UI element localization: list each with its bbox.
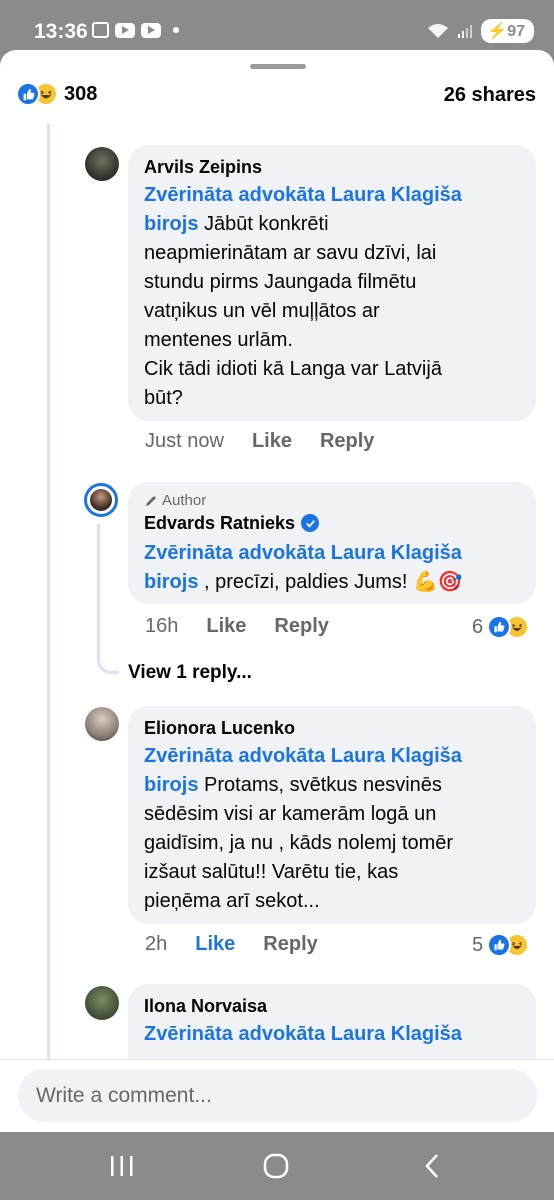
comment-text-line: Protams, svētkus nesvinēs (198, 774, 442, 796)
comment-composer (0, 1059, 554, 1132)
comment-actions: 2h Like Reply (145, 933, 346, 956)
recent-apps-button[interactable] (108, 1150, 136, 1182)
comment-text-line: mentenes urlām. (144, 329, 293, 351)
like-reaction-icon (487, 933, 512, 957)
mention-link[interactable]: Zvērināta advokāta Laura Klagiša (144, 184, 462, 206)
comment-author[interactable]: Edvards Ratnieks (144, 511, 520, 535)
status-bar: 13:36 ⚡97 (0, 0, 554, 52)
signal-icon (458, 25, 473, 38)
shares-count[interactable]: 26 shares (444, 84, 536, 107)
mention-link[interactable]: birojs (144, 213, 198, 235)
reply-button[interactable]: Reply (320, 430, 374, 453)
comment-reaction-count: 5 (472, 933, 484, 956)
screenshot-icon (92, 22, 109, 38)
back-button[interactable] (420, 1150, 444, 1182)
comment-text: Zvērināta advokāta Laura Klagiša birojs … (144, 539, 520, 597)
comment-reactions[interactable]: 5 (472, 933, 530, 957)
avatar-ilona-norvaisa[interactable] (85, 986, 119, 1020)
sheet-drag-handle[interactable] (250, 64, 306, 69)
mention-link[interactable]: Zvērināta advokāta Laura Klagiša (144, 542, 462, 564)
battery-level: 97 (507, 23, 525, 40)
mention-link[interactable]: Zvērināta advokāta Laura Klagiša (144, 1023, 462, 1045)
comment-reaction-count: 6 (472, 615, 484, 638)
like-button[interactable]: Like (195, 933, 235, 956)
comments-sheet: 308 26 shares Arvils Zeipins Zvērināta a… (0, 50, 554, 1132)
comment-text-line: būt? (144, 387, 183, 409)
system-navigation-bar (0, 1132, 554, 1200)
status-time: 13:36 (34, 20, 88, 43)
comment-text: Zvērināta advokāta Laura Klagiša (144, 1020, 520, 1049)
home-button[interactable] (262, 1150, 290, 1182)
comment-text-line: neapmierinātam ar savu dzīvi, lai (144, 242, 437, 264)
recent-apps-icon (111, 1156, 133, 1176)
youtube-icon (115, 22, 135, 38)
comment-text: Zvērināta advokāta Laura Klagiša birojs … (144, 742, 520, 916)
comment-time[interactable]: 16h (145, 615, 178, 638)
author-tag: Author (144, 491, 520, 511)
reply-button[interactable]: Reply (263, 933, 317, 956)
comment-text-line: gaidīsim, ja nu , kāds nolemj tomēr (144, 832, 454, 854)
author-tag-label: Author (162, 492, 207, 509)
pencil-icon (146, 496, 156, 506)
home-icon (263, 1153, 289, 1179)
comment-reactions[interactable]: 6 (472, 615, 530, 639)
avatar-elionora-lucenko[interactable] (85, 707, 119, 741)
comment-text-line: izšaut salūtu!! Varētu tie, kas (144, 861, 399, 883)
like-button[interactable]: Like (206, 615, 246, 638)
reaction-count: 308 (64, 82, 98, 105)
battery-indicator: ⚡97 (481, 19, 534, 43)
comment-text-line: Jābūt konkrēti (204, 213, 329, 235)
thread-line (47, 124, 50, 1132)
comment-text-line: Cik tādi idioti kā Langa var Latvijā (144, 358, 442, 380)
comment-text: Zvērināta advokāta Laura Klagiša birojs … (144, 181, 520, 413)
view-replies-link[interactable]: View 1 reply... (128, 662, 252, 684)
comment-author[interactable]: Ilona Norvaisa (144, 994, 520, 1018)
comment-bubble: Arvils Zeipins Zvērināta advokāta Laura … (128, 145, 536, 421)
back-icon (425, 1154, 438, 1178)
system-indicators: ⚡97 (427, 19, 534, 43)
youtube-icon (141, 22, 161, 38)
comment-input[interactable] (18, 1069, 537, 1122)
comment-text-line: pieņēma arī sekot... (144, 890, 320, 912)
comment-bubble: Elionora Lucenko Zvērināta advokāta Laur… (128, 706, 536, 924)
reply-button[interactable]: Reply (274, 615, 328, 638)
comment-text-line: vatņikus un vēl muļļātos ar (144, 300, 380, 322)
comment-text-line: sēdēsim visi ar kamerām logā un (144, 803, 437, 825)
like-reaction-icon (16, 82, 40, 106)
comment-time[interactable]: Just now (145, 430, 224, 453)
post-reactions[interactable]: 308 (16, 82, 97, 106)
like-button[interactable]: Like (252, 430, 292, 453)
avatar-edvards-ratnieks[interactable] (84, 483, 118, 517)
notification-icons (92, 22, 179, 38)
comment-author-name: Edvards Ratnieks (144, 513, 296, 533)
more-notifications-dot-icon (173, 27, 179, 33)
avatar-arvils-zeipins[interactable] (85, 147, 119, 181)
reply-connector (97, 524, 119, 674)
verified-badge-icon (301, 514, 320, 532)
comment-time[interactable]: 2h (145, 933, 167, 956)
comment-author[interactable]: Arvils Zeipins (144, 155, 520, 179)
like-reaction-icon (487, 615, 512, 639)
mention-link[interactable]: birojs (144, 571, 198, 593)
wifi-icon (428, 24, 449, 38)
mention-link[interactable]: birojs (144, 774, 198, 796)
comment-text-line: stundu pirms Jaungada filmētu (144, 271, 417, 293)
comment-author[interactable]: Elionora Lucenko (144, 716, 520, 740)
comment-text-line: , precīzi, paldies Jums! 💪🎯 (198, 571, 463, 593)
comment-actions: Just now Like Reply (145, 430, 402, 453)
comment-actions: 16h Like Reply (145, 615, 357, 638)
mention-link[interactable]: Zvērināta advokāta Laura Klagiša (144, 745, 462, 767)
comment-bubble: Author Edvards Ratnieks Zvērināta advokā… (128, 482, 536, 604)
